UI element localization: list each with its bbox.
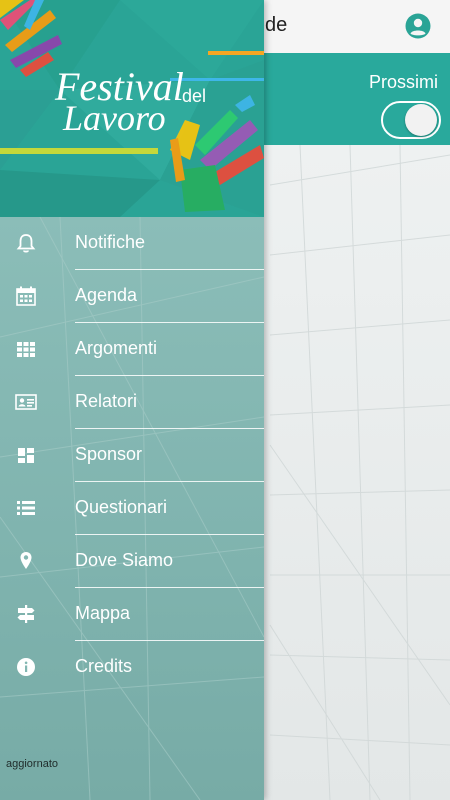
- menu-item-credits[interactable]: Credits: [0, 641, 264, 694]
- map-pin-icon: [20, 552, 32, 569]
- menu-item-mappa[interactable]: Mappa: [0, 588, 264, 641]
- account-circle-icon[interactable]: [405, 13, 431, 39]
- menu-item-label: Dove Siamo: [75, 550, 174, 570]
- menu-item-notifiche[interactable]: Notifiche: [0, 217, 264, 270]
- drawer-menu: Notifiche Agenda Argomenti Relatori Spon…: [0, 217, 264, 694]
- menu-item-label: Relatori: [75, 391, 138, 411]
- menu-item-label: Credits: [75, 656, 133, 676]
- menu-item-label: Agenda: [75, 285, 138, 305]
- list-icon: [17, 501, 35, 515]
- info-icon: [17, 658, 35, 676]
- menu-item-label: Argomenti: [75, 338, 158, 358]
- prossimi-label: Prossimi: [368, 72, 438, 92]
- drawer-header: Festival del Lavoro: [0, 0, 264, 217]
- calendar-icon: [16, 286, 36, 306]
- menu-item-label: Notifiche: [75, 232, 146, 252]
- menu-item-sponsor[interactable]: Sponsor: [0, 429, 264, 482]
- logo-del-text: del: [182, 86, 206, 106]
- dashboard-icon: [18, 448, 34, 463]
- menu-item-argomenti[interactable]: Argomenti: [0, 323, 264, 376]
- id-card-icon: [15, 394, 37, 410]
- menu-item-label: Sponsor: [75, 444, 143, 464]
- app-bar-title: de: [265, 14, 288, 36]
- menu-item-agenda[interactable]: Agenda: [0, 270, 264, 323]
- bell-icon: [16, 234, 36, 253]
- update-status-text: aggiornato: [6, 758, 58, 770]
- menu-item-relatori[interactable]: Relatori: [0, 376, 264, 429]
- toggle-knob: [405, 104, 437, 136]
- drawer-body: Notifiche Agenda Argomenti Relatori Spon…: [0, 217, 264, 800]
- menu-item-dove-siamo[interactable]: Dove Siamo: [0, 535, 264, 588]
- menu-item-label: Questionari: [75, 497, 168, 517]
- grid-icon: [17, 342, 35, 357]
- logo-lavoro-text: Lavoro: [62, 98, 166, 138]
- prossimi-toggle[interactable]: [381, 101, 441, 139]
- menu-item-questionari[interactable]: Questionari: [0, 482, 264, 535]
- navigation-drawer: Festival del Lavoro Notifiche Agenda Arg…: [0, 0, 264, 800]
- menu-item-label: Mappa: [75, 603, 131, 623]
- festival-logo-artwork: Festival del Lavoro: [0, 0, 264, 217]
- signpost-icon: [17, 605, 35, 623]
